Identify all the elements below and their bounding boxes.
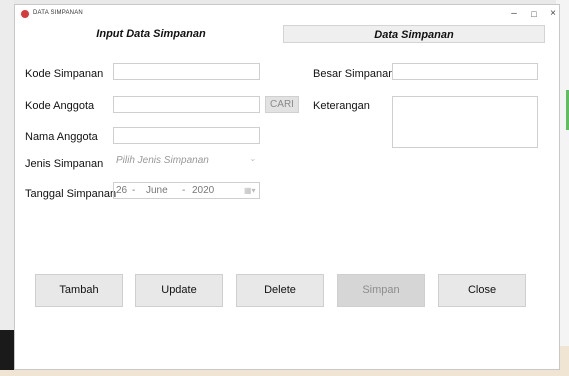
- maximize-button[interactable]: □: [525, 7, 543, 21]
- date-separator: -: [182, 185, 186, 196]
- tanggal-simpanan-date-picker[interactable]: 26 - June - 2020 ▦▾: [113, 182, 260, 199]
- nama-anggota-input[interactable]: [113, 127, 260, 144]
- tambah-button[interactable]: Tambah: [35, 274, 123, 307]
- title-bar[interactable]: DATA SIMPANAN – □ ×: [15, 5, 559, 25]
- besar-simpanan-input[interactable]: [392, 63, 538, 80]
- calendar-dropdown-icon[interactable]: ▦▾: [244, 186, 256, 195]
- chevron-down-icon: ⌄: [249, 154, 256, 163]
- date-year: 2020: [192, 185, 215, 196]
- minimize-button[interactable]: –: [505, 7, 523, 21]
- kode-anggota-input[interactable]: [113, 96, 260, 113]
- tanggal-simpanan-label: Tanggal Simpanan: [25, 188, 117, 200]
- kode-simpanan-label: Kode Simpanan: [25, 68, 104, 80]
- background-taskbar-fragment: [0, 330, 14, 370]
- jenis-simpanan-selected: Pilih Jenis Simpanan: [116, 155, 209, 166]
- date-day: 26: [116, 185, 128, 196]
- jenis-simpanan-select[interactable]: Pilih Jenis Simpanan ⌄: [113, 153, 260, 170]
- kode-anggota-label: Kode Anggota: [25, 100, 95, 112]
- cari-button[interactable]: CARI: [265, 96, 299, 113]
- desktop-background-left: [0, 0, 14, 376]
- tab-data-simpanan[interactable]: Data Simpanan: [283, 25, 545, 43]
- keterangan-textarea[interactable]: [392, 96, 538, 148]
- date-separator: -: [132, 185, 136, 196]
- keterangan-label: Keterangan: [313, 100, 370, 112]
- besar-simpanan-label: Besar Simpanan: [313, 68, 395, 80]
- window-title: DATA SIMPANAN: [33, 10, 83, 16]
- app-icon: [21, 10, 29, 18]
- data-simpanan-window: DATA SIMPANAN – □ × Input Data Simpanan …: [14, 4, 560, 370]
- tab-input-data-simpanan[interactable]: Input Data Simpanan: [19, 25, 283, 44]
- kode-simpanan-input[interactable]: [113, 63, 260, 80]
- delete-button[interactable]: Delete: [236, 274, 324, 307]
- close-window-button[interactable]: ×: [544, 7, 562, 21]
- close-button[interactable]: Close: [438, 274, 526, 307]
- update-button[interactable]: Update: [135, 274, 223, 307]
- simpan-button[interactable]: Simpan: [337, 274, 425, 307]
- date-month: June: [146, 185, 168, 196]
- nama-anggota-label: Nama Anggota: [25, 131, 98, 143]
- jenis-simpanan-label: Jenis Simpanan: [25, 158, 104, 170]
- tab-divider: [283, 42, 545, 43]
